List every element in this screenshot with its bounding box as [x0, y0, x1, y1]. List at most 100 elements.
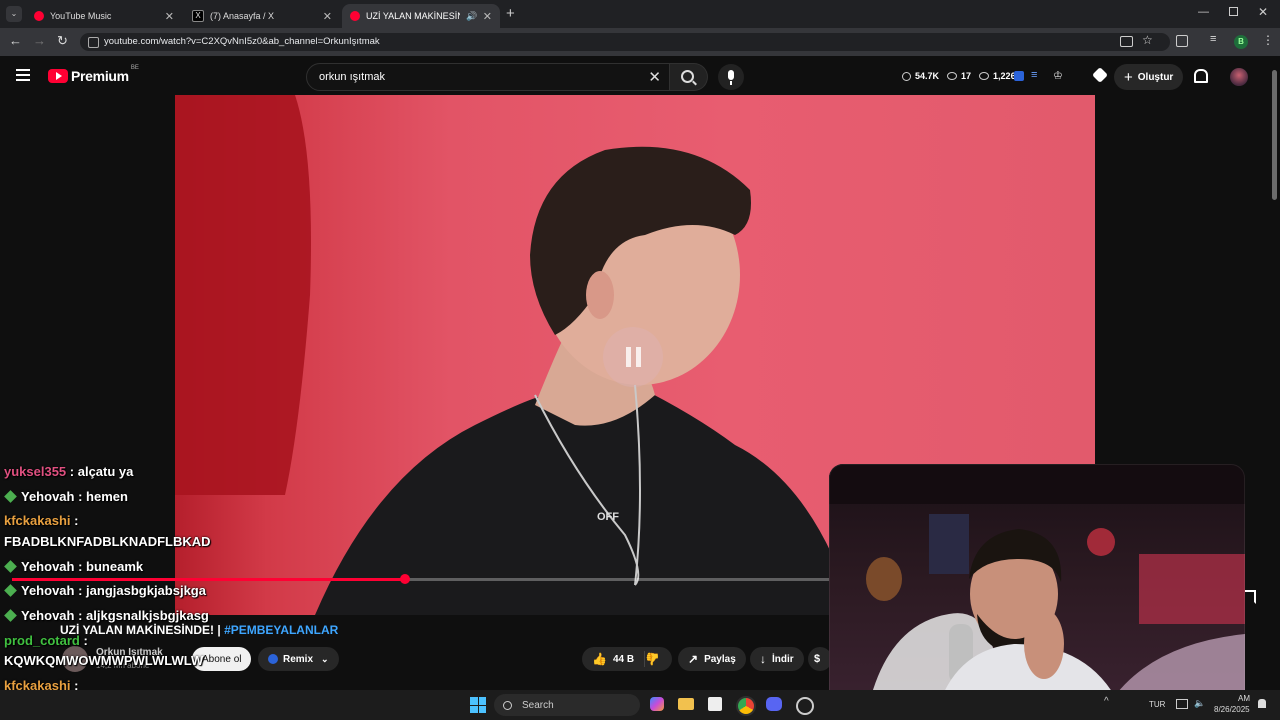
progress-scrubber[interactable]: [399, 574, 410, 584]
hashtag-link[interactable]: #PEMBEYALANLAR: [224, 623, 338, 637]
clock-date[interactable]: 8/26/2025: [1214, 705, 1250, 714]
plus-icon: +: [1124, 68, 1133, 86]
back-icon[interactable]: ←: [9, 33, 22, 48]
avatar[interactable]: [1230, 68, 1248, 86]
chat-username: prod_cotard: [4, 633, 80, 648]
download-button[interactable]: ↓ İndir: [750, 647, 804, 671]
like-button[interactable]: 👍 44 B: [582, 651, 646, 667]
queue-icon[interactable]: ≡: [1031, 69, 1037, 81]
clock-icon: [902, 71, 911, 81]
chat-text: : buneamk: [78, 559, 144, 574]
extensions-icon[interactable]: [1176, 35, 1188, 47]
close-tab-icon[interactable]: ✕: [483, 10, 492, 23]
chat-text: :: [74, 513, 79, 528]
menu-icon[interactable]: [16, 69, 30, 81]
tray-overflow-icon[interactable]: ^: [1104, 696, 1109, 707]
like-dislike-group: 👍 44 B 👍: [582, 647, 672, 671]
file-explorer-icon[interactable]: [678, 698, 694, 710]
dislike-icon[interactable]: 👍: [645, 652, 670, 666]
chat-username: Yehovah: [21, 583, 75, 598]
progress-track[interactable]: [12, 574, 830, 584]
store-icon[interactable]: [708, 697, 722, 711]
search-value: orkun ışıtmak: [319, 71, 386, 83]
pause-icon[interactable]: [603, 327, 663, 387]
site-info-icon[interactable]: [88, 37, 99, 48]
discord-icon[interactable]: [766, 697, 782, 711]
mic-icon[interactable]: [718, 64, 744, 90]
webcam-border-glow: [829, 464, 1245, 704]
remix-button[interactable]: Remix ⌄: [258, 647, 339, 671]
language-indicator[interactable]: TUR: [1149, 700, 1165, 709]
speaker-icon[interactable]: 🔊: [466, 11, 477, 22]
clock-time[interactable]: AM: [1238, 694, 1250, 703]
trophy-icon[interactable]: ♔: [1053, 69, 1063, 82]
chat-text: : jangjasbgkjabsjkga: [78, 583, 206, 598]
bookmark-star-icon[interactable]: ☆: [1142, 33, 1153, 47]
close-tab-icon[interactable]: ✕: [323, 10, 332, 23]
subscribe-label: Abone ol: [202, 653, 242, 665]
progress-fill: [12, 578, 405, 581]
clear-search-icon[interactable]: ✕: [648, 68, 661, 86]
tab-x[interactable]: X (7) Anasayfa / X ✕: [184, 4, 340, 28]
like-count: 44 B: [612, 653, 635, 665]
network-icon[interactable]: [1176, 699, 1188, 709]
new-tab-button[interactable]: +: [506, 5, 515, 22]
share-label: Paylaş: [704, 653, 736, 665]
youtube-logo[interactable]: Premium BE: [48, 65, 139, 84]
volume-icon[interactable]: 🔈: [1194, 698, 1205, 709]
chat-text: : aljkgsnalkjsbgjkasg: [78, 608, 209, 623]
close-tab-icon[interactable]: ✕: [165, 10, 174, 23]
member-badge-icon: [4, 609, 17, 622]
chat-message: Yehovah : hemen: [4, 489, 128, 504]
reload-icon[interactable]: ↻: [57, 33, 68, 49]
media-control-icon[interactable]: ≡: [1210, 33, 1216, 45]
chat-message: kfckakashi :: [4, 513, 78, 528]
browser-menu-icon[interactable]: ⋮: [1262, 33, 1274, 47]
eye-icon: [947, 72, 958, 80]
dollar-icon: $: [814, 653, 821, 665]
windows-start-icon[interactable]: [470, 697, 486, 713]
stream-stats: 54.7K 17 1,226: [902, 71, 1016, 81]
chat-username: Yehovah: [21, 489, 75, 504]
notifications-icon[interactable]: [1258, 699, 1266, 708]
profile-avatar[interactable]: B: [1234, 35, 1248, 49]
search-input[interactable]: orkun ışıtmak ✕: [306, 63, 670, 91]
member-badge-icon: [4, 560, 17, 573]
bell-icon[interactable]: [1194, 69, 1208, 83]
restore-icon[interactable]: [1229, 7, 1238, 16]
search-icon: [503, 700, 512, 710]
url-text: youtube.com/watch?v=C2XQvNnI5z0&ab_chann…: [104, 36, 380, 47]
chat-message: Yehovah : jangjasbgkjabsjkga: [4, 583, 206, 598]
taskbar-search-placeholder: Search: [522, 699, 554, 711]
chat-username: Yehovah: [21, 608, 75, 623]
tab-search-dropdown[interactable]: ⌄: [6, 6, 22, 22]
viewers-count: 54.7K: [915, 71, 940, 81]
share-icon: ↗: [688, 652, 699, 666]
remix-icon: [268, 654, 278, 664]
region-code: BE: [130, 65, 139, 71]
close-window-icon[interactable]: ✕: [1258, 5, 1268, 19]
views-count: 1,226: [993, 71, 1016, 81]
create-label: Oluştur: [1137, 71, 1174, 83]
steam-icon[interactable]: [796, 697, 814, 715]
chat-message: FBADBLKNFADBLKNADFLBKAD: [4, 534, 211, 549]
chat-message: Yehovah : aljkgsnalkjsbgjkasg: [4, 608, 209, 623]
tab-title: (7) Anasayfa / X: [210, 11, 275, 21]
scrollbar-thumb[interactable]: [1272, 70, 1277, 200]
youtube-music-favicon: [34, 11, 44, 21]
chat-text: : alçatu ya: [69, 464, 134, 479]
search-button[interactable]: [670, 63, 708, 91]
chat-username: kfckakashi: [4, 513, 71, 528]
share-button[interactable]: ↗ Paylaş: [678, 647, 746, 671]
cast-icon[interactable]: [1120, 36, 1133, 47]
chrome-icon[interactable]: [736, 696, 756, 716]
tab-active-video[interactable]: UZİ YALAN MAKİNESİNDE! 🔊 ✕: [342, 4, 500, 28]
create-button[interactable]: + Oluştur: [1114, 64, 1184, 90]
forward-icon[interactable]: →: [33, 33, 46, 48]
taskbar-search[interactable]: Search: [494, 694, 640, 716]
minimize-icon[interactable]: —: [1198, 6, 1209, 18]
download-icon: ↓: [760, 652, 766, 666]
copilot-icon[interactable]: [650, 697, 664, 711]
tab-youtube-music[interactable]: YouTube Music ✕: [26, 4, 182, 28]
extension-icon[interactable]: [1014, 71, 1024, 81]
